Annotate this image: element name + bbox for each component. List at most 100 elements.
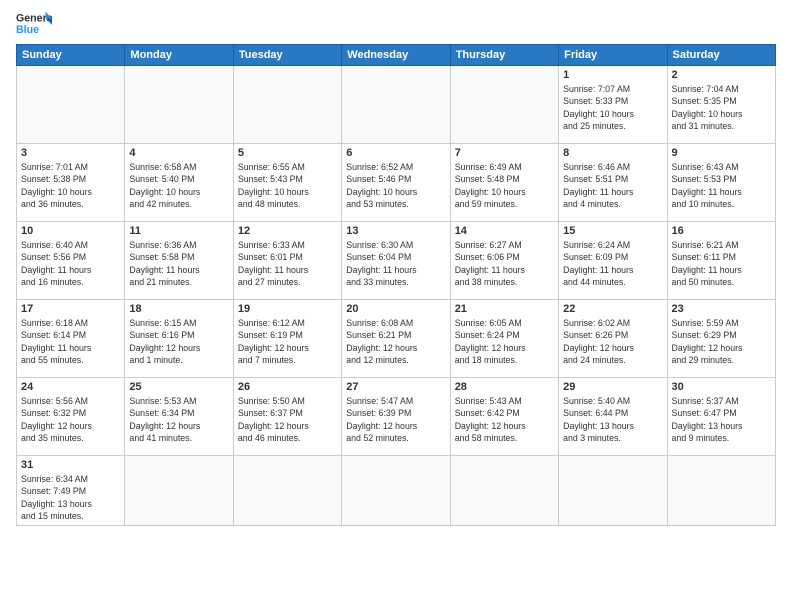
header-saturday: Saturday [667,45,775,66]
table-row: 4Sunrise: 6:58 AM Sunset: 5:40 PM Daylig… [125,144,233,222]
day-info: Sunrise: 6:36 AM Sunset: 5:58 PM Dayligh… [129,239,228,288]
table-row [450,456,558,526]
day-info: Sunrise: 6:18 AM Sunset: 6:14 PM Dayligh… [21,317,120,366]
table-row: 19 Sunrise: 6:12 AM Sunset: 6:19 PM Dayli… [233,300,341,378]
day-info: Sunrise: 6:02 AM Sunset: 6:26 PM Dayligh… [563,317,662,366]
table-row: 6 Sunrise: 6:52 AM Sunset: 5:46 PM Daylig… [342,144,450,222]
day-number: 20 [346,303,445,315]
table-row: 25 Sunrise: 5:53 AM Sunset: 6:34 PM Dayli… [125,378,233,456]
day-number: 30 [672,381,771,393]
table-row: 8 Sunrise: 6:46 AM Sunset: 5:51 PM Daylig… [559,144,667,222]
table-row: 14 Sunrise: 6:27 AM Sunset: 6:06 PM Dayli… [450,222,558,300]
day-number: 24 [21,381,120,393]
table-row [125,66,233,144]
table-row [450,66,558,144]
calendar-week-row: 10 Sunrise: 6:40 AM Sunset: 5:56 PM Dayli… [17,222,776,300]
day-info: Sunrise: 7:01 AM Sunset: 5:38 PM Dayligh… [21,161,120,210]
table-row: 12Sunrise: 6:33 AM Sunset: 6:01 PM Dayli… [233,222,341,300]
day-number: 1 [563,69,662,81]
header-sunday: Sunday [17,45,125,66]
table-row: 13 Sunrise: 6:30 AM Sunset: 6:04 PM Dayli… [342,222,450,300]
table-row: 29 Sunrise: 5:40 AM Sunset: 6:44 PM Dayli… [559,378,667,456]
calendar-week-row: 31 Sunrise: 6:34 AM Sunset: 7:49 PM Dayli… [17,456,776,526]
table-row [125,456,233,526]
table-row [233,66,341,144]
day-number: 22 [563,303,662,315]
day-number: 8 [563,147,662,159]
calendar-week-row: 3 Sunrise: 7:01 AM Sunset: 5:38 PM Daylig… [17,144,776,222]
day-info: Sunrise: 6:34 AM Sunset: 7:49 PM Dayligh… [21,473,120,522]
table-row: 31 Sunrise: 6:34 AM Sunset: 7:49 PM Dayli… [17,456,125,526]
table-row [667,456,775,526]
table-row: 11 Sunrise: 6:36 AM Sunset: 5:58 PM Dayli… [125,222,233,300]
calendar-week-row: 1 Sunrise: 7:07 AM Sunset: 5:33 PM Daylig… [17,66,776,144]
table-row: 26 Sunrise: 5:50 AM Sunset: 6:37 PM Dayli… [233,378,341,456]
day-info: Sunrise: 5:53 AM Sunset: 6:34 PM Dayligh… [129,395,228,444]
day-number: 6 [346,147,445,159]
day-info: Sunrise: 6:30 AM Sunset: 6:04 PM Dayligh… [346,239,445,288]
table-row: 30 Sunrise: 5:37 AM Sunset: 6:47 PM Dayli… [667,378,775,456]
day-number: 23 [672,303,771,315]
table-row: 16 Sunrise: 6:21 AM Sunset: 6:11 PM Dayli… [667,222,775,300]
day-info: Sunrise: 5:50 AM Sunset: 6:37 PM Dayligh… [238,395,337,444]
day-info: Sunrise: 6:27 AM Sunset: 6:06 PM Dayligh… [455,239,554,288]
day-number: 13 [346,225,445,237]
table-row [233,456,341,526]
weekday-header-row: Sunday Monday Tuesday Wednesday Thursday… [17,45,776,66]
header-wednesday: Wednesday [342,45,450,66]
table-row: 22 Sunrise: 6:02 AM Sunset: 6:26 PM Dayli… [559,300,667,378]
day-number: 11 [129,225,228,237]
day-number: 18 [129,303,228,315]
day-info: Sunrise: 7:04 AM Sunset: 5:35 PM Dayligh… [672,83,771,132]
day-info: Sunrise: 6:05 AM Sunset: 6:24 PM Dayligh… [455,317,554,366]
header-tuesday: Tuesday [233,45,341,66]
day-info: Sunrise: 6:24 AM Sunset: 6:09 PM Dayligh… [563,239,662,288]
day-info: Sunrise: 6:52 AM Sunset: 5:46 PM Dayligh… [346,161,445,210]
day-info: Sunrise: 6:40 AM Sunset: 5:56 PM Dayligh… [21,239,120,288]
calendar-table: Sunday Monday Tuesday Wednesday Thursday… [16,44,776,526]
day-info: Sunrise: 5:43 AM Sunset: 6:42 PM Dayligh… [455,395,554,444]
general-blue-logo-icon: General Blue [16,10,52,38]
day-number: 29 [563,381,662,393]
day-info: Sunrise: 5:40 AM Sunset: 6:44 PM Dayligh… [563,395,662,444]
table-row: 7Sunrise: 6:49 AM Sunset: 5:48 PM Daylig… [450,144,558,222]
day-info: Sunrise: 6:43 AM Sunset: 5:53 PM Dayligh… [672,161,771,210]
day-number: 26 [238,381,337,393]
day-number: 14 [455,225,554,237]
table-row: 27Sunrise: 5:47 AM Sunset: 6:39 PM Dayli… [342,378,450,456]
calendar-page: General Blue Sunday Monday Tuesday Wedne… [0,0,792,536]
day-number: 3 [21,147,120,159]
day-info: Sunrise: 7:07 AM Sunset: 5:33 PM Dayligh… [563,83,662,132]
day-info: Sunrise: 6:21 AM Sunset: 6:11 PM Dayligh… [672,239,771,288]
day-info: Sunrise: 6:55 AM Sunset: 5:43 PM Dayligh… [238,161,337,210]
day-number: 16 [672,225,771,237]
day-info: Sunrise: 5:47 AM Sunset: 6:39 PM Dayligh… [346,395,445,444]
day-number: 31 [21,459,120,471]
header-monday: Monday [125,45,233,66]
day-number: 19 [238,303,337,315]
day-number: 4 [129,147,228,159]
table-row: 5 Sunrise: 6:55 AM Sunset: 5:43 PM Daylig… [233,144,341,222]
table-row: 9Sunrise: 6:43 AM Sunset: 5:53 PM Daylig… [667,144,775,222]
day-info: Sunrise: 6:46 AM Sunset: 5:51 PM Dayligh… [563,161,662,210]
table-row [559,456,667,526]
day-info: Sunrise: 6:33 AM Sunset: 6:01 PM Dayligh… [238,239,337,288]
table-row [342,456,450,526]
table-row: 21 Sunrise: 6:05 AM Sunset: 6:24 PM Dayli… [450,300,558,378]
day-number: 28 [455,381,554,393]
day-info: Sunrise: 6:12 AM Sunset: 6:19 PM Dayligh… [238,317,337,366]
day-number: 5 [238,147,337,159]
day-info: Sunrise: 6:08 AM Sunset: 6:21 PM Dayligh… [346,317,445,366]
table-row: 3 Sunrise: 7:01 AM Sunset: 5:38 PM Daylig… [17,144,125,222]
day-info: Sunrise: 5:37 AM Sunset: 6:47 PM Dayligh… [672,395,771,444]
calendar-week-row: 17Sunrise: 6:18 AM Sunset: 6:14 PM Dayli… [17,300,776,378]
day-number: 10 [21,225,120,237]
day-number: 21 [455,303,554,315]
day-info: Sunrise: 5:59 AM Sunset: 6:29 PM Dayligh… [672,317,771,366]
calendar-week-row: 24 Sunrise: 5:56 AM Sunset: 6:32 PM Dayli… [17,378,776,456]
day-number: 25 [129,381,228,393]
table-row: 24 Sunrise: 5:56 AM Sunset: 6:32 PM Dayli… [17,378,125,456]
day-number: 15 [563,225,662,237]
day-number: 2 [672,69,771,81]
day-info: Sunrise: 5:56 AM Sunset: 6:32 PM Dayligh… [21,395,120,444]
